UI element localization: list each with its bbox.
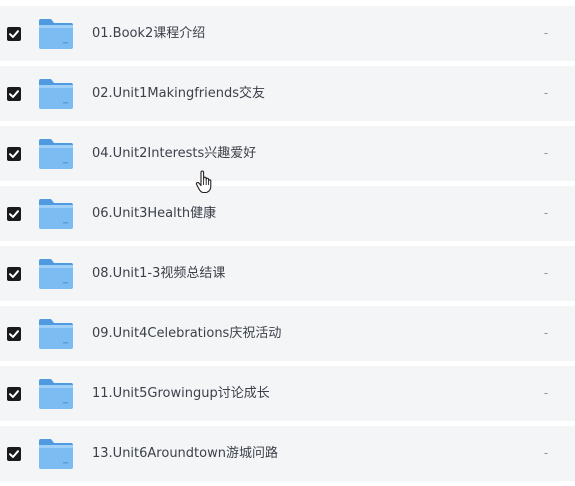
folder-icon: [37, 77, 75, 111]
folder-icon: [37, 137, 75, 171]
folder-icon: [37, 197, 75, 231]
file-size: -: [543, 206, 549, 220]
file-name[interactable]: 06.Unit3Health健康: [92, 186, 216, 241]
folder-icon: [37, 257, 75, 291]
row-checkbox[interactable]: [7, 147, 21, 161]
checkmark-icon: [9, 330, 19, 338]
file-size: -: [543, 86, 549, 100]
row-checkbox[interactable]: [7, 207, 21, 221]
file-size: -: [543, 26, 549, 40]
checkmark-icon: [9, 30, 19, 38]
file-name[interactable]: 13.Unit6Aroundtown游城问路: [92, 426, 278, 481]
file-row[interactable]: 01.Book2课程介绍 -: [0, 6, 575, 61]
file-row[interactable]: 06.Unit3Health健康 -: [0, 186, 575, 241]
row-checkbox[interactable]: [7, 327, 21, 341]
checkmark-icon: [9, 450, 19, 458]
row-checkbox[interactable]: [7, 387, 21, 401]
checkmark-icon: [9, 90, 19, 98]
file-size: -: [543, 386, 549, 400]
file-size: -: [543, 146, 549, 160]
checkmark-icon: [9, 390, 19, 398]
row-checkbox[interactable]: [7, 27, 21, 41]
file-row[interactable]: 04.Unit2Interests兴趣爱好 -: [0, 126, 575, 181]
folder-icon: [37, 377, 75, 411]
folder-icon: [37, 317, 75, 351]
file-name[interactable]: 11.Unit5Growingup讨论成长: [92, 366, 270, 421]
file-size: -: [543, 266, 549, 280]
row-checkbox[interactable]: [7, 447, 21, 461]
row-checkbox[interactable]: [7, 267, 21, 281]
file-name[interactable]: 02.Unit1Makingfriends交友: [92, 66, 265, 121]
file-row[interactable]: 13.Unit6Aroundtown游城问路 -: [0, 426, 575, 481]
file-row[interactable]: 08.Unit1-3视频总结课 -: [0, 246, 575, 301]
row-checkbox[interactable]: [7, 87, 21, 101]
folder-icon: [37, 17, 75, 51]
file-size: -: [543, 326, 549, 340]
folder-icon: [37, 437, 75, 471]
file-size: -: [543, 446, 549, 460]
file-name[interactable]: 08.Unit1-3视频总结课: [92, 246, 225, 301]
file-row[interactable]: 11.Unit5Growingup讨论成长 -: [0, 366, 575, 421]
file-name[interactable]: 09.Unit4Celebrations庆祝活动: [92, 306, 281, 361]
file-list: 01.Book2课程介绍 - 02.Unit1Makingfriends交友 -…: [0, 0, 575, 486]
file-row[interactable]: 02.Unit1Makingfriends交友 -: [0, 66, 575, 121]
file-name[interactable]: 01.Book2课程介绍: [92, 6, 205, 61]
checkmark-icon: [9, 150, 19, 158]
checkmark-icon: [9, 270, 19, 278]
file-name[interactable]: 04.Unit2Interests兴趣爱好: [92, 126, 256, 181]
checkmark-icon: [9, 210, 19, 218]
file-row[interactable]: 09.Unit4Celebrations庆祝活动 -: [0, 306, 575, 361]
